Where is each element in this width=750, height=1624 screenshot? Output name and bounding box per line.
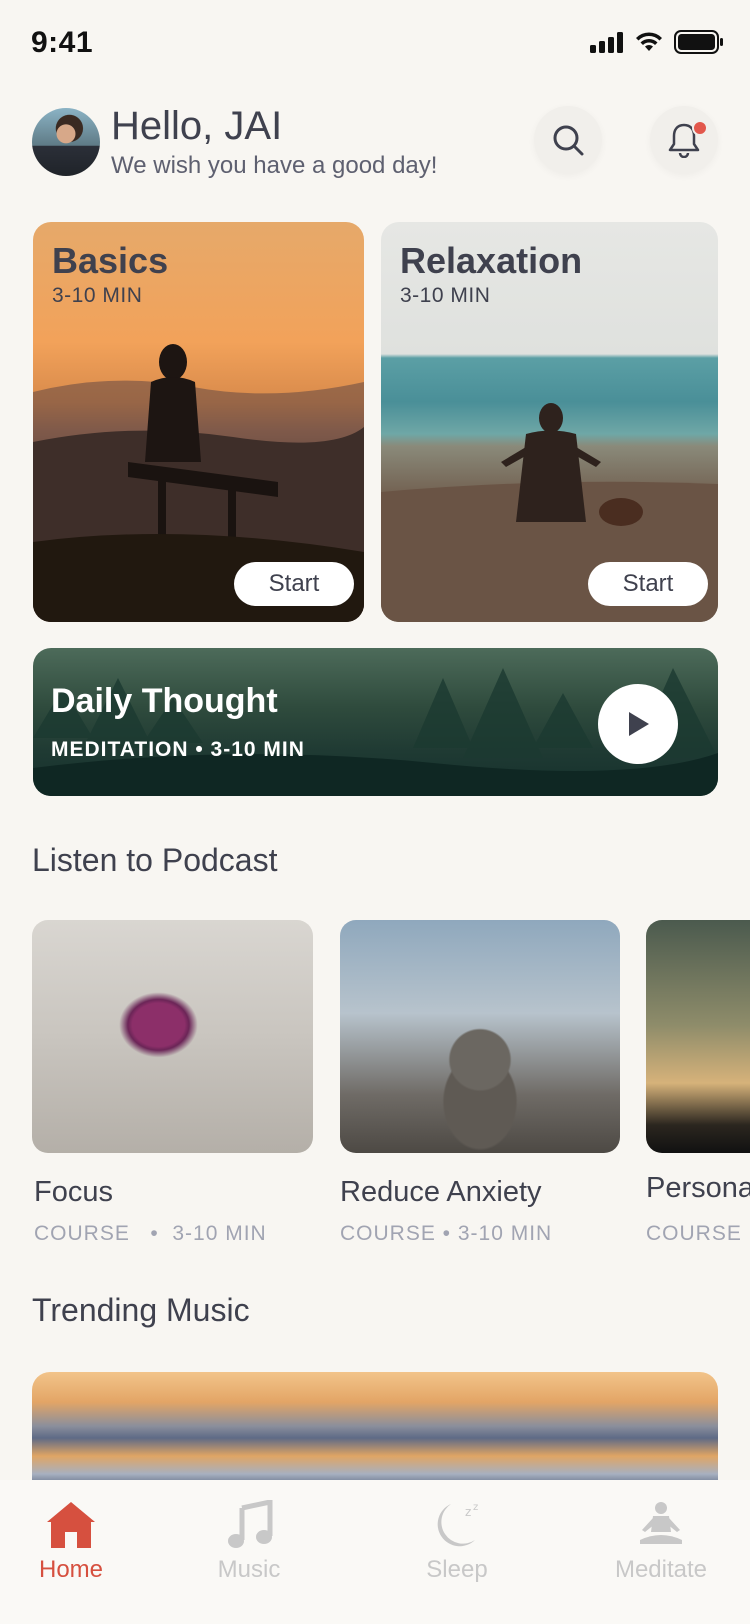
trending-section-title: Trending Music xyxy=(32,1292,250,1328)
card-relaxation[interactable]: Relaxation 3-10 MIN Start xyxy=(381,222,718,622)
podcast-meta: COURSE • 3-10 MIN xyxy=(34,1222,267,1245)
podcast-section-title: Listen to Podcast xyxy=(32,842,278,878)
card-basics[interactable]: Basics 3-10 MIN Start xyxy=(33,222,364,622)
podcast-name[interactable]: Persona xyxy=(646,1172,750,1205)
tab-sleep[interactable]: z z Sleep xyxy=(382,1500,532,1584)
daily-meta: MEDITATION • 3-10 MIN xyxy=(51,738,305,761)
signal-icon xyxy=(590,32,623,53)
tab-label: Sleep xyxy=(426,1556,488,1583)
notifications-button[interactable] xyxy=(650,106,718,174)
play-icon xyxy=(629,712,649,736)
greeting: Hello, JAI xyxy=(111,104,282,149)
trending-music-image[interactable] xyxy=(32,1372,718,1492)
user-name: JAI xyxy=(224,104,283,148)
greeting-subtitle: We wish you have a good day! xyxy=(111,152,438,179)
status-icons xyxy=(590,30,724,54)
podcast-meta: COURSE xyxy=(646,1222,742,1245)
podcast-image-anxiety[interactable] xyxy=(340,920,620,1153)
sleep-icon: z z xyxy=(437,1502,478,1547)
podcast-name[interactable]: Reduce Anxiety xyxy=(340,1176,542,1209)
search-icon xyxy=(553,125,584,156)
tab-label: Music xyxy=(217,1556,281,1583)
card-duration: 3-10 MIN xyxy=(400,284,491,307)
music-icon xyxy=(228,1500,273,1548)
meditate-icon xyxy=(640,1502,682,1544)
home-icon xyxy=(47,1502,95,1548)
podcast-image-personal[interactable] xyxy=(646,920,750,1153)
tab-home[interactable]: Home xyxy=(0,1500,146,1584)
tab-meditate[interactable]: Meditate xyxy=(586,1500,736,1584)
daily-title: Daily Thought xyxy=(51,682,278,720)
podcast-image-focus[interactable] xyxy=(32,920,313,1153)
start-button[interactable]: Start xyxy=(588,562,708,606)
podcast-meta: COURSE • 3-10 MIN xyxy=(340,1222,553,1245)
tab-music[interactable]: Music xyxy=(174,1500,324,1584)
tab-label: Meditate xyxy=(614,1556,708,1583)
avatar[interactable] xyxy=(32,108,100,176)
tab-label: Home xyxy=(38,1556,104,1583)
battery-icon xyxy=(674,30,723,54)
card-title: Relaxation xyxy=(400,240,583,281)
card-title: Basics xyxy=(52,240,169,281)
start-button[interactable]: Start xyxy=(234,562,354,606)
greeting-prefix: Hello, xyxy=(111,104,214,148)
notification-dot xyxy=(692,120,708,136)
podcast-name[interactable]: Focus xyxy=(34,1176,113,1209)
svg-text:z: z xyxy=(473,1502,478,1513)
wifi-icon xyxy=(636,32,662,51)
search-button[interactable] xyxy=(534,106,602,174)
svg-text:z: z xyxy=(465,1505,471,1519)
play-button[interactable] xyxy=(598,684,678,764)
card-duration: 3-10 MIN xyxy=(52,284,143,307)
daily-thought-banner[interactable]: Daily Thought MEDITATION • 3-10 MIN xyxy=(33,648,718,796)
status-time: 9:41 xyxy=(31,26,94,59)
